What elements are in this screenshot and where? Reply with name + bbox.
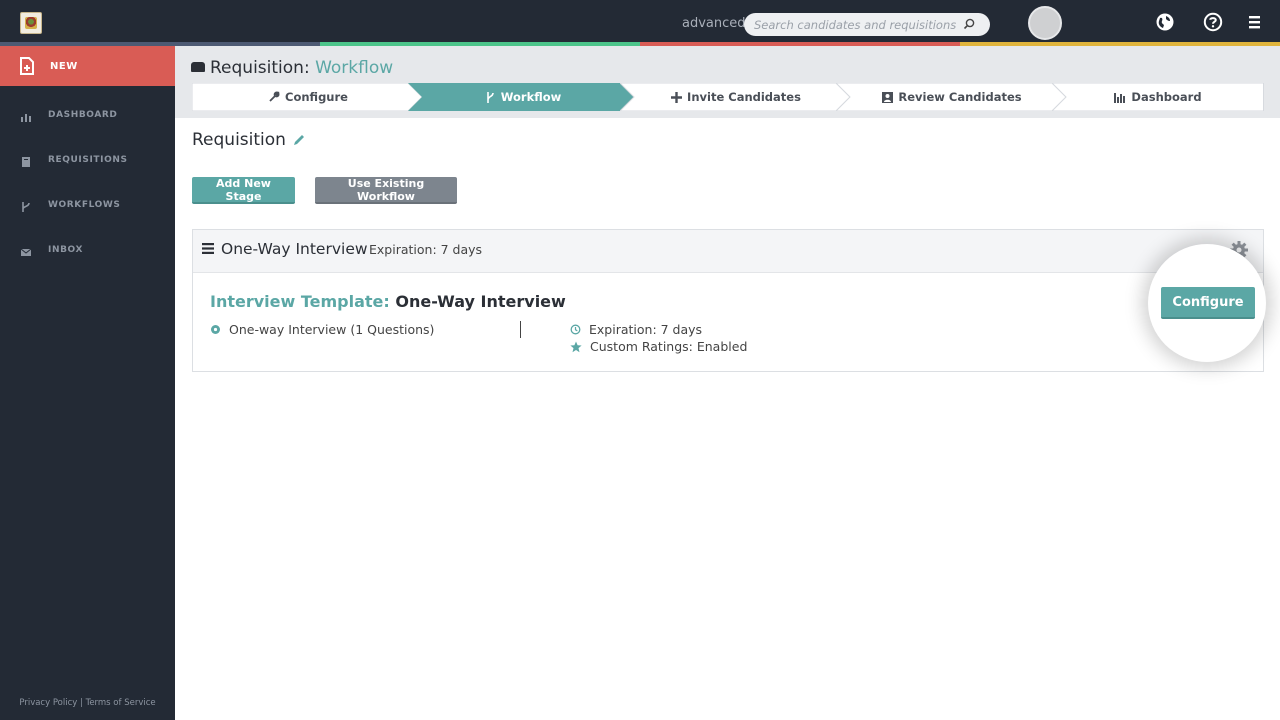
envelope-icon xyxy=(20,248,32,256)
wizard-step-invite-candidates[interactable]: Invite Candidates xyxy=(620,83,852,111)
bar-chart-icon xyxy=(1114,92,1126,103)
sidebar-item-label: WORKFLOWS xyxy=(48,200,121,210)
wizard-step-dashboard[interactable]: Dashboard xyxy=(1052,83,1264,111)
workflow-stage-card: One-Way Interview Expiration: 7 days Int… xyxy=(192,229,1264,372)
sidebar-item-label: INBOX xyxy=(48,245,84,255)
branch-icon xyxy=(22,202,30,212)
sidebar-item-workflows[interactable]: WORKFLOWS xyxy=(0,191,175,221)
user-avatar[interactable] xyxy=(1028,6,1062,40)
search-box xyxy=(744,13,990,36)
stage-expiration: Expiration: 7 days xyxy=(369,242,483,257)
configure-button[interactable]: Configure xyxy=(1161,287,1255,319)
requisition-title: Requisition xyxy=(192,130,306,150)
drag-handle-icon[interactable] xyxy=(202,243,214,254)
sidebar-footer: Privacy Policy | Terms of Service xyxy=(0,698,175,708)
clock-icon xyxy=(570,324,581,335)
top-bar: advanced xyxy=(0,0,1280,42)
privacy-policy-link[interactable]: Privacy Policy xyxy=(19,698,77,708)
sidebar-item-requisitions[interactable]: REQUISITIONS xyxy=(0,146,175,176)
contact-icon xyxy=(882,91,894,103)
bar-chart-icon xyxy=(21,114,31,122)
wizard-step-workflow[interactable]: Workflow xyxy=(408,83,638,111)
template-key: Interview Template: xyxy=(210,292,390,311)
help-icon[interactable] xyxy=(1203,12,1223,32)
wrench-icon xyxy=(269,91,280,102)
search-input[interactable] xyxy=(754,16,964,33)
new-document-icon xyxy=(20,57,34,75)
sidebar-item-dashboard[interactable]: DASHBOARD xyxy=(0,101,175,131)
pencil-icon[interactable] xyxy=(292,133,306,147)
wizard-step-label: Configure xyxy=(285,90,348,104)
wizard-steps: Configure Workflow Invite Candidates Rev… xyxy=(192,83,1264,111)
wizard-step-label: Dashboard xyxy=(1131,90,1202,104)
sidebar-new-button[interactable]: NEW xyxy=(0,46,175,86)
branch-icon xyxy=(486,91,494,103)
page-title: Requisition: Workflow xyxy=(191,58,393,78)
wizard-step-label: Review Candidates xyxy=(898,90,1022,104)
sidebar-item-inbox[interactable]: INBOX xyxy=(0,236,175,266)
menu-icon[interactable] xyxy=(1247,12,1263,32)
custom-ratings-text: Custom Ratings: Enabled xyxy=(590,339,748,354)
document-icon xyxy=(22,157,30,167)
wizard-step-review-candidates[interactable]: Review Candidates xyxy=(836,83,1068,111)
page-title-prefix: Requisition: xyxy=(210,58,310,78)
interview-template-title: Interview Template: One-Way Interview xyxy=(210,292,566,311)
template-value: One-Way Interview xyxy=(395,292,566,311)
page-title-accent: Workflow xyxy=(315,58,394,78)
divider xyxy=(520,321,521,338)
sidebar-new-label: NEW xyxy=(50,61,78,72)
briefcase-icon xyxy=(191,62,205,72)
add-new-stage-button[interactable]: Add New Stage xyxy=(192,177,295,204)
search-icon[interactable] xyxy=(962,17,976,31)
expiration-detail-text: Expiration: 7 days xyxy=(589,322,703,337)
question-info: One-way Interview (1 Questions) xyxy=(210,322,434,337)
wizard-step-label: Workflow xyxy=(500,90,562,104)
sidebar-item-label: DASHBOARD xyxy=(48,110,118,120)
expiration-detail: Expiration: 7 days xyxy=(570,322,702,337)
stage-name: One-Way Interview xyxy=(221,240,368,258)
use-existing-workflow-button[interactable]: Use Existing Workflow xyxy=(315,177,457,204)
footer-separator: | xyxy=(77,698,86,708)
wizard-step-configure[interactable]: Configure xyxy=(192,83,424,111)
sidebar-item-label: REQUISITIONS xyxy=(48,155,128,165)
globe-icon[interactable] xyxy=(1155,12,1175,32)
stage-header: One-Way Interview Expiration: 7 days xyxy=(193,230,1263,273)
advanced-search-link[interactable]: advanced xyxy=(682,16,746,31)
sidebar: NEW DASHBOARD REQUISITIONS WORKFLOWS INB… xyxy=(0,46,175,720)
app-logo[interactable] xyxy=(20,12,42,34)
terms-of-service-link[interactable]: Terms of Service xyxy=(86,698,156,708)
custom-ratings: Custom Ratings: Enabled xyxy=(570,339,747,354)
radio-dot-icon xyxy=(211,325,220,334)
plus-icon xyxy=(671,91,683,103)
question-info-text: One-way Interview (1 Questions) xyxy=(229,322,435,337)
requisition-title-text: Requisition xyxy=(192,130,286,150)
wizard-step-label: Invite Candidates xyxy=(687,90,801,104)
star-icon xyxy=(570,341,582,352)
